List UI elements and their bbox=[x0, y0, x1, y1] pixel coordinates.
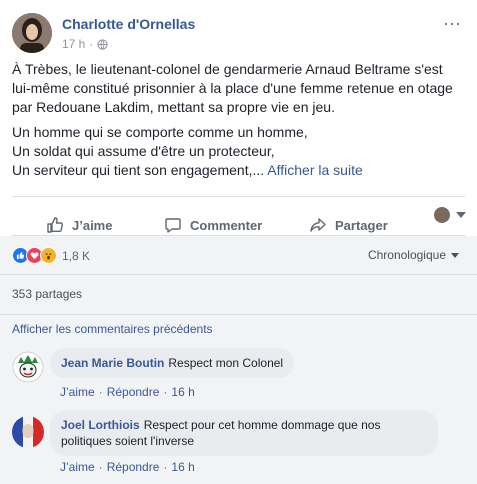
viewer-avatar bbox=[434, 207, 450, 223]
shares-summary: 353 partages bbox=[0, 274, 477, 314]
comments-section: Afficher les commentaires précédents Jea… bbox=[0, 314, 477, 484]
comment-timestamp[interactable]: 16 h bbox=[171, 385, 194, 399]
share-button-label: Partager bbox=[335, 217, 388, 233]
meta-separator: · bbox=[89, 37, 94, 51]
comment-action-separator: · bbox=[163, 385, 168, 399]
commenter-avatar-image bbox=[12, 351, 44, 383]
post-line: Un serviteur qui tient son engagement,..… bbox=[12, 162, 265, 178]
like-button-label: J’aime bbox=[72, 217, 113, 233]
comment-sort-dropdown[interactable]: Chronologique bbox=[368, 248, 459, 262]
post-header: Charlotte d'Ornellas 17 h · ··· bbox=[12, 13, 467, 57]
commenter-name[interactable]: Jean Marie Boutin bbox=[61, 356, 164, 370]
comment-actions: J’aime · Répondre · 16 h bbox=[60, 385, 195, 399]
post-paragraph: À Trèbes, le lieutenant-colonel de genda… bbox=[12, 61, 453, 115]
commenter-name[interactable]: Joel Lorthiois bbox=[61, 418, 140, 432]
wow-reaction-icon bbox=[40, 247, 57, 264]
globe-icon bbox=[97, 38, 108, 50]
comment-reply-link[interactable]: Répondre bbox=[107, 385, 160, 399]
post-line-last: Un serviteur qui tient son engagement,..… bbox=[12, 161, 460, 180]
comment-action-separator: · bbox=[163, 460, 168, 474]
comment-action-separator: · bbox=[98, 460, 103, 474]
comment-like-link[interactable]: J’aime bbox=[60, 385, 95, 399]
caret-down-icon bbox=[451, 252, 459, 258]
comment-button-label: Commenter bbox=[190, 217, 263, 233]
post-action-bar: J’aime Commenter Partager bbox=[12, 196, 466, 236]
sort-label: Chronologique bbox=[367, 248, 446, 262]
post-meta: 17 h · bbox=[62, 37, 108, 51]
share-arrow-icon bbox=[310, 218, 326, 232]
post-line: Un homme qui se comporte comme un homme, bbox=[12, 124, 308, 140]
comment-bubble: Jean Marie Boutin Respect mon Colonel bbox=[50, 348, 295, 378]
audience-selector[interactable] bbox=[434, 207, 466, 223]
see-more-link[interactable]: Afficher la suite bbox=[267, 162, 362, 178]
reactions-summary: 1,8 K Chronologique bbox=[0, 236, 477, 274]
more-options-icon[interactable]: ··· bbox=[443, 13, 461, 34]
author-avatar-image bbox=[12, 13, 52, 53]
post-line: Un soldat qui assume d'être un protecteu… bbox=[12, 143, 275, 159]
commenter-avatar-image bbox=[12, 416, 44, 448]
reaction-count[interactable]: 1,8 K bbox=[62, 249, 90, 263]
comment-bubble: Joel Lorthiois Respect pour cet homme dom… bbox=[50, 410, 438, 456]
comment-text: Respect mon Colonel bbox=[168, 356, 284, 370]
comment-actions: J’aime · Répondre · 16 h bbox=[60, 460, 195, 474]
reactions-list[interactable]: 1,8 K bbox=[12, 247, 90, 264]
commenter-avatar[interactable] bbox=[12, 416, 44, 448]
comment-like-link[interactable]: J’aime bbox=[60, 460, 95, 474]
comment-reply-link[interactable]: Répondre bbox=[107, 460, 160, 474]
share-count[interactable]: 353 partages bbox=[12, 287, 82, 301]
post-text: À Trèbes, le lieutenant-colonel de genda… bbox=[12, 60, 460, 180]
caret-down-icon bbox=[456, 212, 466, 218]
post-author-name[interactable]: Charlotte d'Ornellas bbox=[62, 16, 195, 32]
view-previous-comments-link[interactable]: Afficher les commentaires précédents bbox=[12, 322, 213, 336]
post-timestamp[interactable]: 17 h bbox=[62, 37, 85, 51]
commenter-avatar[interactable] bbox=[12, 351, 44, 383]
comment-icon bbox=[165, 218, 181, 233]
thumbs-up-icon bbox=[47, 217, 64, 233]
comment-timestamp[interactable]: 16 h bbox=[171, 460, 194, 474]
author-avatar[interactable] bbox=[12, 13, 52, 53]
comment-action-separator: · bbox=[98, 385, 103, 399]
